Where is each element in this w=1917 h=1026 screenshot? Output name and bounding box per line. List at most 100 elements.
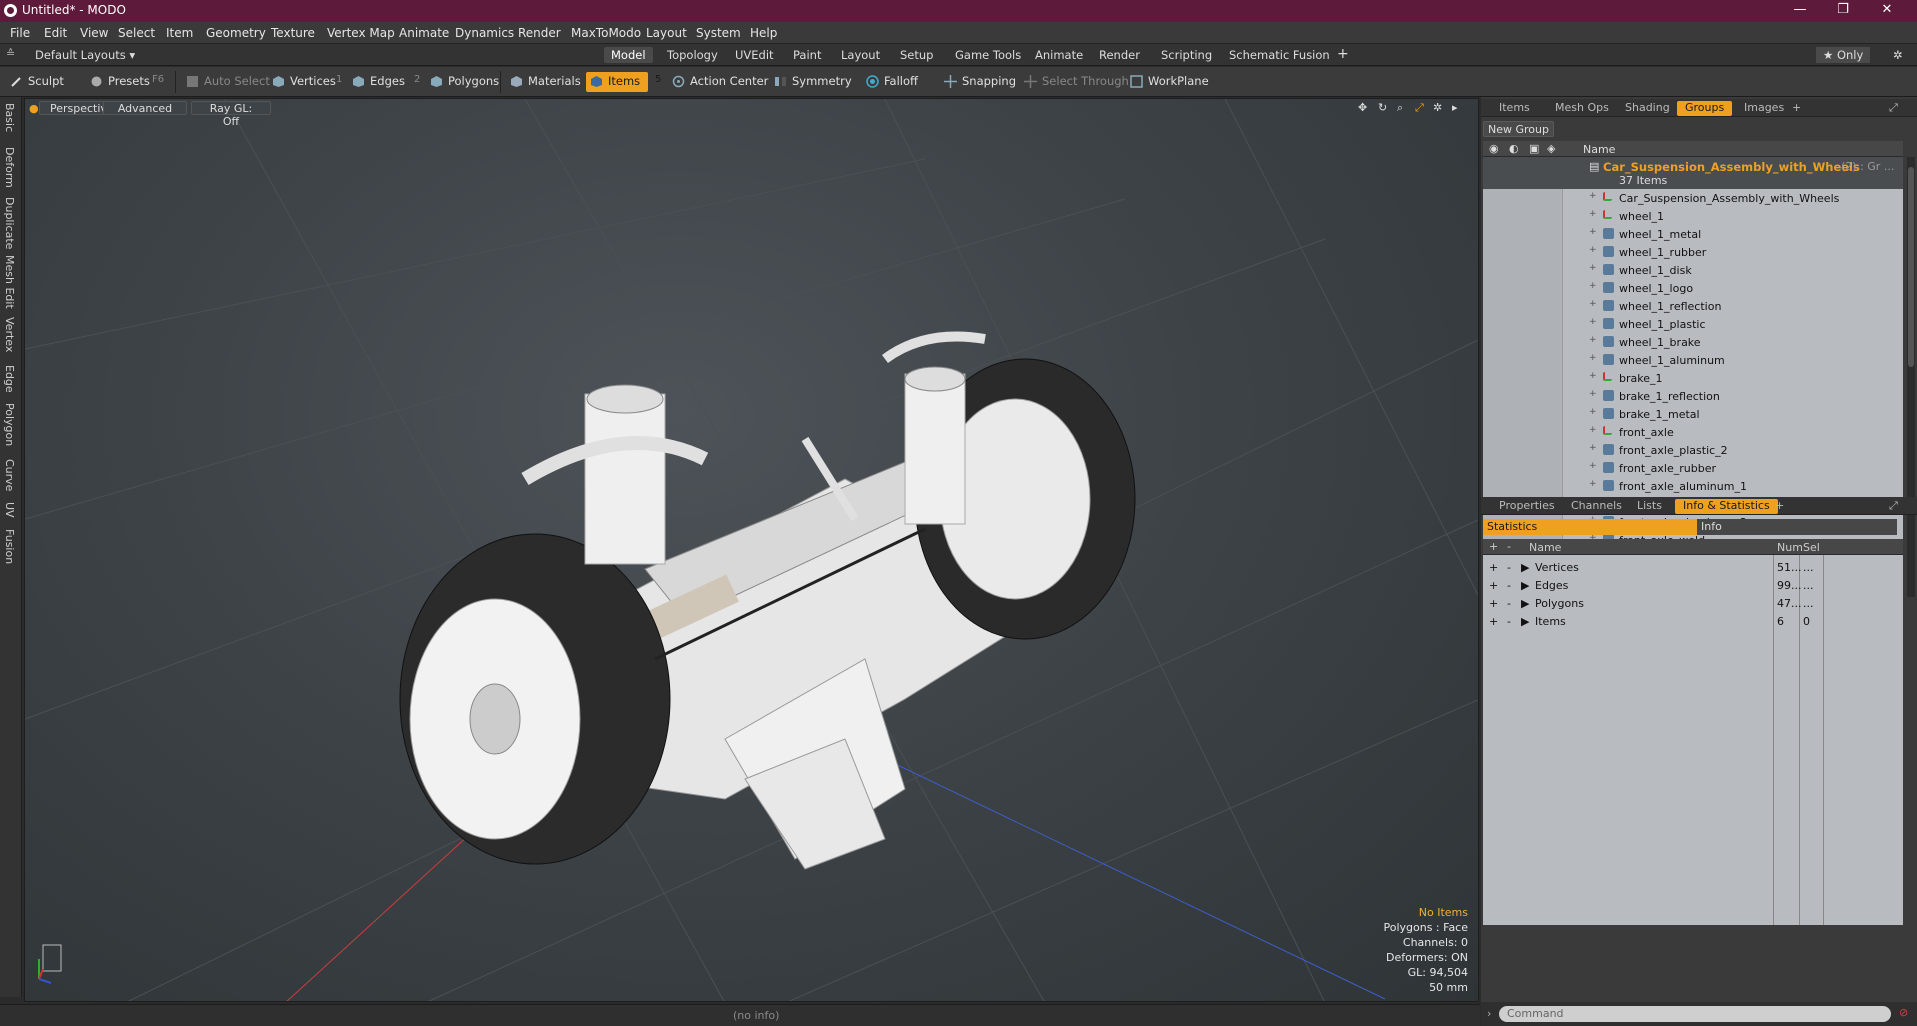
tab-vertex[interactable]: Vertex [3,317,16,352]
group-item-row[interactable]: + Car_Suspension_Assembly_with_Wheels [1483,189,1903,207]
group-item-row[interactable]: + wheel_1 [1483,207,1903,225]
edges-button[interactable]: Edges [348,72,405,92]
expand-row-icon[interactable]: + [1589,371,1597,381]
vertices-button[interactable]: Vertices [268,72,336,92]
menu-animate[interactable]: Animate [399,26,449,40]
tab-model[interactable]: Model [604,47,653,63]
tab-shading[interactable]: Shading [1617,101,1678,116]
tab-mesh-edit[interactable]: Mesh Edit [3,255,16,309]
tab-game-tools[interactable]: Game Tools [948,47,1028,63]
tab-info[interactable]: Info [1697,519,1897,535]
group-item-row[interactable]: + front_axle_aluminum_1 [1483,477,1903,495]
tab-topology[interactable]: Topology [660,47,725,63]
menu-dynamics[interactable]: Dynamics [455,26,514,40]
rotate-view-icon[interactable]: ↻ [1378,101,1387,114]
group-item-row[interactable]: + wheel_1_reflection [1483,297,1903,315]
tab-scripting[interactable]: Scripting [1154,47,1219,63]
group-item-row[interactable]: + wheel_1_logo [1483,279,1903,297]
group-item-row[interactable]: + brake_1_metal [1483,405,1903,423]
minimize-button[interactable]: — [1790,2,1810,17]
expand-row-icon[interactable]: + [1589,209,1597,219]
row-add-icon[interactable]: + [1489,615,1498,628]
group-item-row[interactable]: + wheel_1_plastic [1483,315,1903,333]
presets-button[interactable]: Presets [86,72,150,92]
snapping-button[interactable]: Snapping [940,72,1016,92]
tab-channels[interactable]: Channels [1563,499,1630,514]
group-item-row[interactable]: + wheel_1_rubber [1483,243,1903,261]
expand-row-icon[interactable]: + [1589,389,1597,399]
stats-row[interactable]: + - ▶ Polygons 47...... [1483,595,1903,613]
fit-view-icon[interactable]: ⤢ [1415,101,1424,115]
add-panel-tab-button[interactable]: + [1784,101,1809,116]
zoom-view-icon[interactable]: ⌕ [1397,101,1403,115]
items-button[interactable]: Items [586,72,649,92]
layout-collapse-icon[interactable]: ≙ [6,47,15,60]
group-item-row[interactable]: + brake_1_reflection [1483,387,1903,405]
3d-viewport[interactable]: ● Perspective Advanced Ray GL: Off ✥ ↻ ⌕… [24,98,1479,1002]
expand-row-icon[interactable]: + [1589,281,1597,291]
menu-texture[interactable]: Texture [271,26,315,40]
row-add-icon[interactable]: + [1489,597,1498,610]
move-view-icon[interactable]: ✥ [1358,101,1367,114]
tree-scroll-thumb[interactable] [1908,167,1914,367]
visibility-eye-icon[interactable]: ◉ [1489,142,1499,155]
menu-help[interactable]: Help [750,26,777,40]
viewport-expand-icon[interactable]: ▸ [1452,101,1458,114]
tab-deform[interactable]: Deform [3,147,16,188]
row-expand-icon[interactable]: ▶ [1521,579,1529,592]
menu-select[interactable]: Select [118,26,155,40]
add-stats-tab-button[interactable]: + [1767,499,1792,514]
menu-view[interactable]: View [80,26,108,40]
tab-paint[interactable]: Paint [786,47,828,63]
shading-dropdown[interactable]: Advanced [103,101,187,115]
tab-polygon[interactable]: Polygon [3,403,16,446]
row-remove-icon[interactable]: - [1507,597,1511,610]
tab-layout[interactable]: Layout [834,47,887,63]
group-item-row[interactable]: + front_axle_rubber [1483,459,1903,477]
group-item-row[interactable]: + wheel_1_brake [1483,333,1903,351]
collapse-all-icon[interactable]: - [1507,540,1511,553]
row-expand-icon[interactable]: ▶ [1521,615,1529,628]
tab-basic[interactable]: Basic [3,103,16,132]
materials-button[interactable]: Materials [506,72,581,92]
row-remove-icon[interactable]: - [1507,579,1511,592]
sculpt-button[interactable]: Sculpt [6,72,64,92]
expand-row-icon[interactable]: + [1589,335,1597,345]
group-item-row[interactable]: + wheel_1_disk [1483,261,1903,279]
row-add-icon[interactable]: + [1489,579,1498,592]
tab-uv[interactable]: UV [3,502,16,518]
tab-lists[interactable]: Lists [1629,499,1670,514]
group-root-row[interactable]: ▤ Car_Suspension_Assembly_with_Wheels (2… [1483,157,1903,189]
select-through-button[interactable]: Select Through [1020,72,1129,92]
expand-row-icon[interactable]: + [1589,299,1597,309]
expand-row-icon[interactable]: + [1589,407,1597,417]
raygl-toggle[interactable]: Ray GL: Off [191,101,271,128]
expand-row-icon[interactable]: + [1589,263,1597,273]
command-clear-icon[interactable]: ⊘ [1899,1006,1908,1019]
tab-duplicate[interactable]: Duplicate [3,197,16,249]
new-group-button[interactable]: New Group [1483,121,1554,137]
group-item-row[interactable]: + front_axle_plastic_2 [1483,441,1903,459]
group-item-row[interactable]: + wheel_1_aluminum [1483,351,1903,369]
menu-system[interactable]: System [696,26,741,40]
workplane-button[interactable]: WorkPlane [1126,72,1209,92]
menu-layout[interactable]: Layout [646,26,687,40]
menu-vertex-map[interactable]: Vertex Map [327,26,395,40]
action-center-button[interactable]: Action Center [668,72,768,92]
tab-mesh-ops[interactable]: Mesh Ops [1547,101,1617,116]
group-item-row[interactable]: + front_axle [1483,423,1903,441]
expand-row-icon[interactable]: + [1589,461,1597,471]
tab-statistics[interactable]: Statistics [1483,519,1697,535]
gear-icon[interactable]: ✲ [1886,47,1910,63]
row-remove-icon[interactable]: - [1507,615,1511,628]
symmetry-button[interactable]: Symmetry [770,72,852,92]
menu-edit[interactable]: Edit [44,26,67,40]
tab-groups[interactable]: Groups [1677,101,1733,116]
stats-expand-icon[interactable]: ⤢ [1881,499,1906,514]
row-add-icon[interactable]: + [1489,561,1498,574]
viewport-settings-icon[interactable]: ✲ [1433,101,1442,114]
row-expand-icon[interactable]: ▶ [1521,597,1529,610]
maximize-button[interactable]: ❐ [1833,2,1853,17]
menu-maxtomodo[interactable]: MaxToModo [571,26,641,40]
tab-curve[interactable]: Curve [3,459,16,491]
